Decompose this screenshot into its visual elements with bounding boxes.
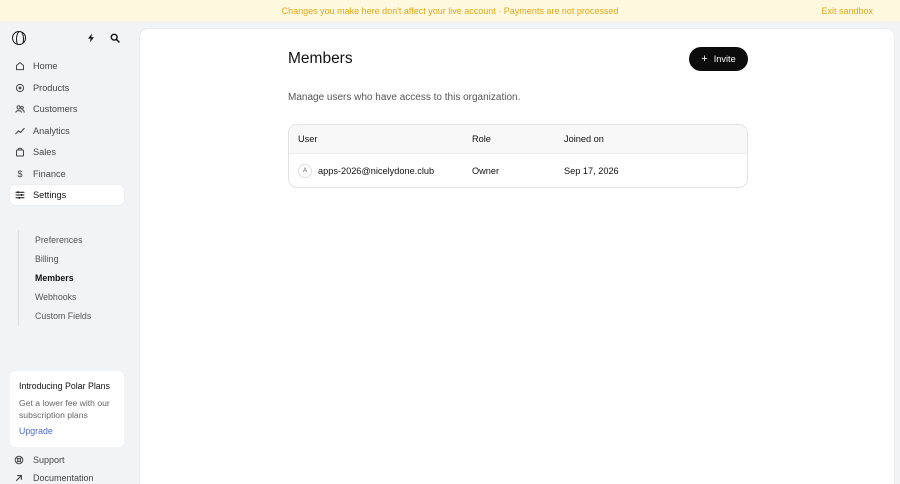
sidebar-nav: Home Products Customers Analytics Sales xyxy=(10,56,124,207)
column-header-user: User xyxy=(298,134,318,144)
upgrade-link[interactable]: Upgrade xyxy=(19,426,115,436)
main-panel: Members + Invite Manage users who have a… xyxy=(139,28,895,484)
members-table: User Role Joined on A apps-2026@nicelydo… xyxy=(288,124,748,188)
sidebar-item-label: Home xyxy=(33,61,58,71)
sidebar-item-home[interactable]: Home xyxy=(10,56,124,76)
promo-card: Introducing Polar Plans Get a lower fee … xyxy=(10,371,124,447)
sidebar-item-customers[interactable]: Customers xyxy=(10,99,124,119)
sidebar-item-label: Products xyxy=(33,82,70,93)
page-description: Manage users who have access to this org… xyxy=(288,92,521,103)
column-header-role: Role xyxy=(472,134,491,144)
sidebar-item-settings[interactable]: Settings xyxy=(10,185,124,205)
promo-title: Introducing Polar Plans xyxy=(19,381,110,391)
sidebar-item-finance[interactable]: $ Finance xyxy=(10,164,124,184)
sidebar-item-sales[interactable]: Sales xyxy=(10,142,124,162)
sidebar-item-products[interactable]: Products xyxy=(10,78,124,98)
customers-icon xyxy=(15,104,25,114)
settings-subnav: Preferences Billing Members Webhooks Cus… xyxy=(18,230,124,326)
search-icon[interactable] xyxy=(107,30,123,46)
table-header: User Role Joined on xyxy=(289,125,747,154)
home-icon xyxy=(15,61,25,71)
plus-icon: + xyxy=(701,53,708,65)
sidebar-item-label: Analytics xyxy=(33,125,70,136)
dollar-icon: $ xyxy=(17,168,23,179)
cell-role: Owner xyxy=(472,165,500,176)
subnav-item-billing[interactable]: Billing xyxy=(19,249,124,268)
page-title: Members xyxy=(288,50,353,67)
arrow-up-right-icon xyxy=(14,473,24,483)
sidebar-item-analytics[interactable]: Analytics xyxy=(10,121,124,141)
column-header-joined: Joined on xyxy=(564,134,604,144)
polar-logo[interactable] xyxy=(12,31,26,45)
sidebar-item-support[interactable]: Support xyxy=(14,453,65,467)
sidebar-item-label: Finance xyxy=(33,168,66,179)
support-label: Support xyxy=(33,455,65,465)
promo-description: Get a lower fee with our subscription pl… xyxy=(19,398,110,420)
sales-icon xyxy=(15,147,25,157)
subnav-item-custom-fields[interactable]: Custom Fields xyxy=(19,307,124,326)
products-icon xyxy=(15,83,25,93)
cell-user: A apps-2026@nicelydone.club xyxy=(289,163,472,178)
analytics-icon xyxy=(15,126,25,136)
table-row[interactable]: A apps-2026@nicelydone.club Owner Sep 17… xyxy=(289,154,747,187)
cell-joined: Sep 17, 2026 xyxy=(564,165,619,176)
sidebar-item-label: Customers xyxy=(33,104,78,114)
user-email: apps-2026@nicelydone.club xyxy=(318,165,435,176)
subnav-item-preferences[interactable]: Preferences xyxy=(19,230,124,249)
sidebar-item-label: Sales xyxy=(33,147,56,157)
sidebar-item-documentation[interactable]: Documentation xyxy=(14,471,94,484)
invite-button[interactable]: + Invite xyxy=(689,47,748,71)
sidebar: Home Products Customers Analytics Sales xyxy=(0,21,139,484)
invite-label: Invite xyxy=(713,54,736,64)
sandbox-banner: Changes you make here don't affect your … xyxy=(0,0,900,21)
bolt-icon[interactable] xyxy=(83,30,99,46)
sandbox-banner-message: Changes you make here don't affect your … xyxy=(281,5,619,16)
settings-icon xyxy=(15,190,25,200)
exit-sandbox-link[interactable]: Exit sandbox xyxy=(821,0,873,21)
avatar: A xyxy=(298,163,312,178)
sidebar-item-label: Settings xyxy=(33,190,67,200)
subnav-item-members[interactable]: Members xyxy=(19,268,124,287)
documentation-label: Documentation xyxy=(33,473,94,483)
support-icon xyxy=(14,455,24,465)
subnav-item-webhooks[interactable]: Webhooks xyxy=(19,288,124,307)
